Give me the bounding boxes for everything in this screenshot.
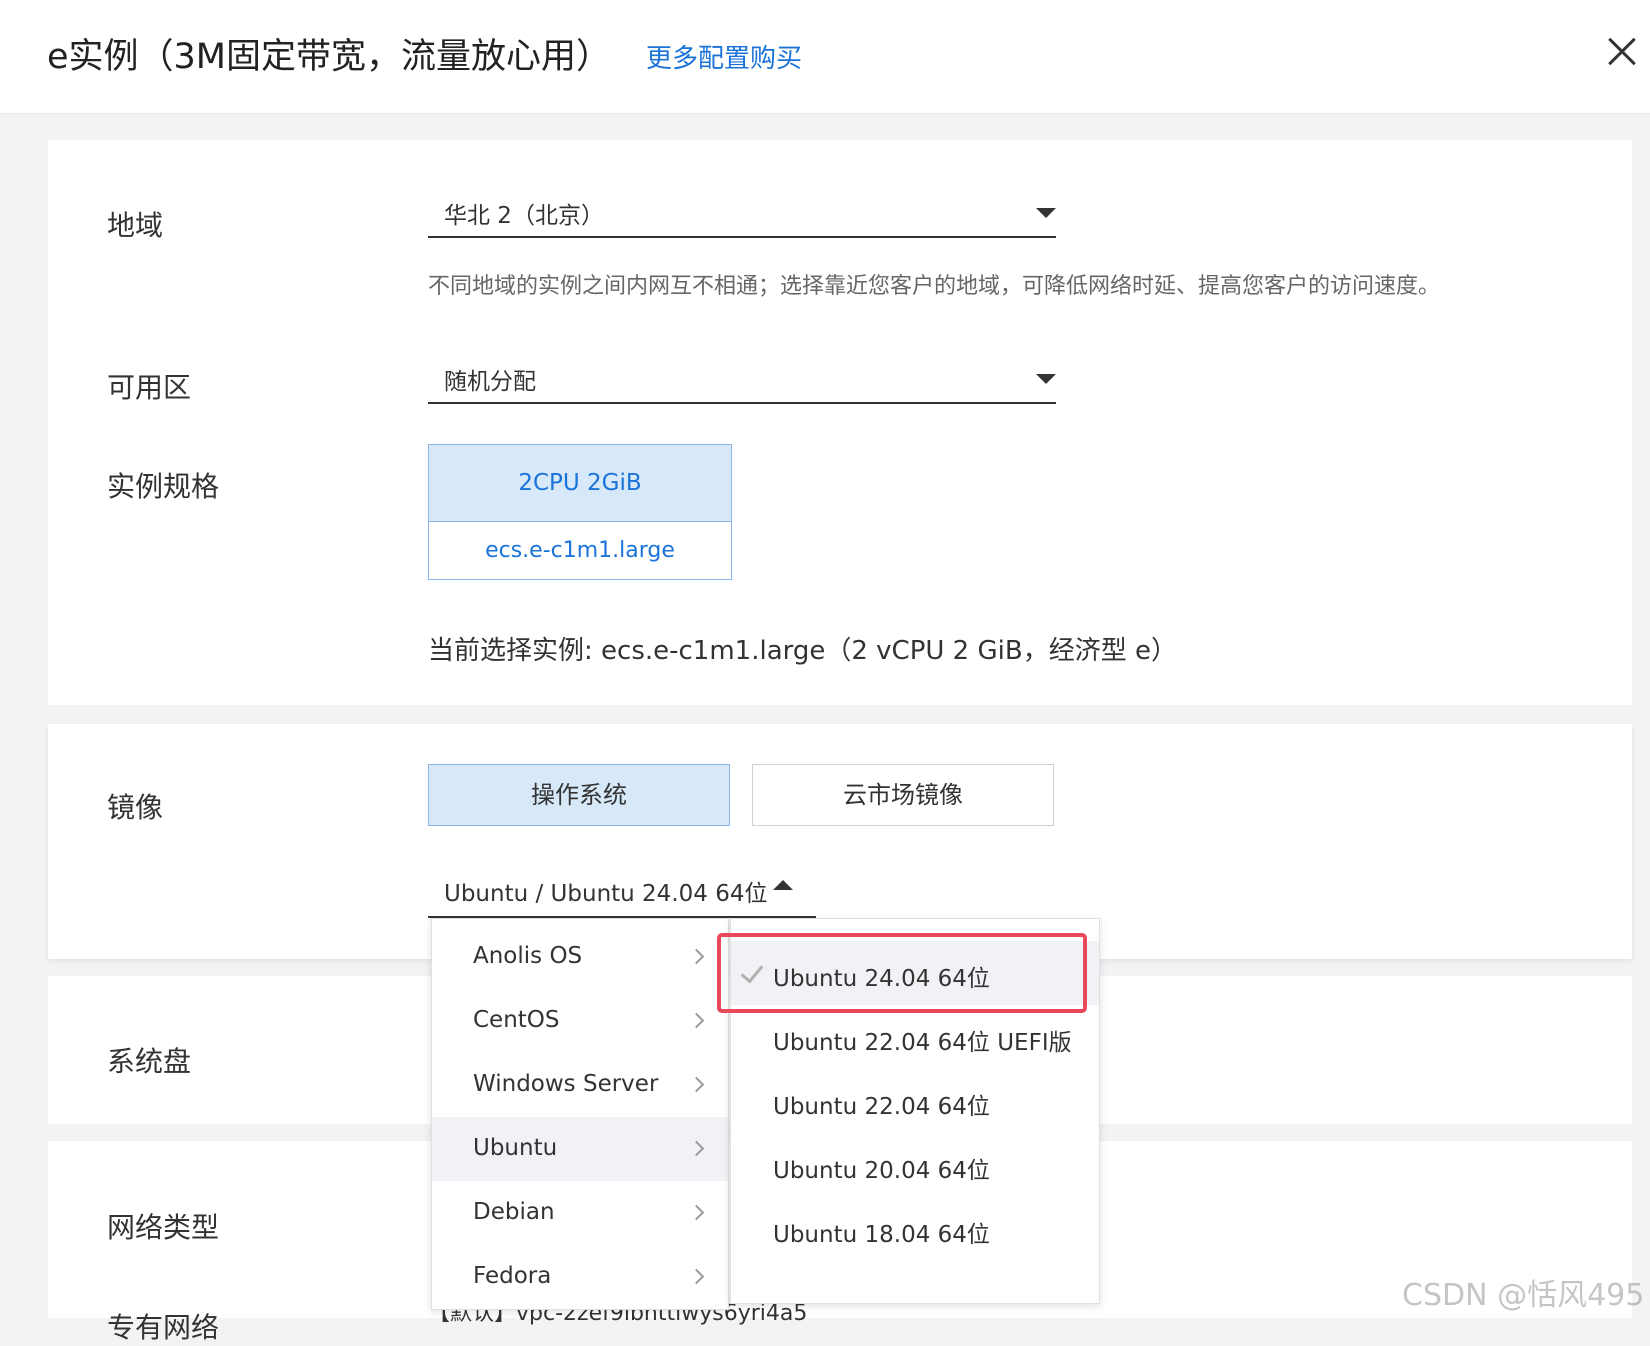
region-hint: 不同地域的实例之间内网互不相通；选择靠近您客户的地域，可降低网络时延、提高您客户… [428, 274, 1441, 299]
version-item-label: Ubuntu 22.04 64位 [773, 1094, 990, 1120]
current-instance-text: 当前选择实例: ecs.e-c1m1.large（2 vCPU 2 GiB，经济… [428, 636, 1177, 666]
os-select-value: Ubuntu / Ubuntu 24.04 64位 [444, 881, 768, 907]
version-item-label: Ubuntu 20.04 64位 [773, 1158, 990, 1184]
vpc-label: 专有网络 [107, 1311, 220, 1344]
region-value: 华北 2（北京） [444, 203, 604, 229]
spec-type: ecs.e-c1m1.large [485, 538, 675, 563]
chevron-right-icon [688, 1204, 705, 1221]
os-select[interactable]: Ubuntu / Ubuntu 24.04 64位 [428, 870, 816, 918]
tab-os[interactable]: 操作系统 [428, 764, 730, 826]
watermark: CSDN @恬风495 [1402, 1278, 1645, 1313]
os-item-anolis[interactable]: Anolis OS [432, 925, 728, 989]
chevron-right-icon [688, 948, 705, 965]
version-item-1804[interactable]: Ubuntu 18.04 64位 [731, 1197, 1099, 1261]
os-item-fedora[interactable]: Fedora [432, 1245, 728, 1309]
version-item-2404[interactable]: Ubuntu 24.04 64位 [731, 941, 1099, 1005]
check-icon [740, 959, 764, 984]
system-disk-label: 系统盘 [107, 1045, 192, 1078]
os-dropdown: Anolis OS CentOS Windows Server Ubuntu D… [431, 918, 729, 1310]
region-label: 地域 [107, 209, 164, 242]
os-item-label: Anolis OS [473, 943, 583, 969]
version-item-label: Ubuntu 24.04 64位 [773, 966, 990, 992]
version-dropdown: Ubuntu 24.04 64位 Ubuntu 22.04 64位 UEFI版 … [730, 918, 1100, 1304]
version-item-label: Ubuntu 22.04 64位 UEFI版 [773, 1030, 1072, 1056]
close-icon[interactable] [1606, 36, 1638, 68]
chevron-right-icon [688, 1268, 705, 1285]
image-label: 镜像 [107, 791, 164, 824]
os-item-centos[interactable]: CentOS [432, 989, 728, 1053]
os-item-label: CentOS [473, 1007, 560, 1033]
spec-label: 实例规格 [107, 470, 220, 503]
os-item-label: Ubuntu [473, 1135, 558, 1161]
caret-down-icon [1036, 208, 1056, 218]
dialog-header: e实例（3M固定带宽，流量放心用） 更多配置购买 [0, 0, 1650, 114]
caret-down-icon [1036, 374, 1056, 384]
chevron-right-icon [688, 1012, 705, 1029]
dialog-title: e实例（3M固定带宽，流量放心用） [47, 37, 612, 77]
tab-marketplace[interactable]: 云市场镜像 [752, 764, 1054, 826]
version-item-label: Ubuntu 18.04 64位 [773, 1222, 990, 1248]
os-item-ubuntu[interactable]: Ubuntu [432, 1117, 728, 1181]
os-item-label: Windows Server [473, 1071, 659, 1097]
more-config-link[interactable]: 更多配置购买 [646, 38, 802, 75]
zone-label: 可用区 [107, 371, 192, 404]
version-item-2204[interactable]: Ubuntu 22.04 64位 [731, 1069, 1099, 1133]
zone-select[interactable]: 随机分配 [428, 352, 1056, 404]
os-item-debian[interactable]: Debian [432, 1181, 728, 1245]
chevron-right-icon [688, 1076, 705, 1093]
version-item-2004[interactable]: Ubuntu 20.04 64位 [731, 1133, 1099, 1197]
network-type-label: 网络类型 [107, 1211, 220, 1244]
os-item-label: Debian [473, 1199, 555, 1225]
spec-cpu-mem: 2CPU 2GiB [429, 445, 731, 522]
zone-value: 随机分配 [444, 369, 536, 395]
os-item-label: Fedora [473, 1263, 552, 1289]
os-item-windows[interactable]: Windows Server [432, 1053, 728, 1117]
spec-option[interactable]: 2CPU 2GiB ecs.e-c1m1.large [428, 444, 732, 580]
chevron-right-icon [688, 1140, 705, 1157]
version-item-2204-uefi[interactable]: Ubuntu 22.04 64位 UEFI版 [731, 1005, 1099, 1069]
region-select[interactable]: 华北 2（北京） [428, 186, 1056, 238]
caret-up-icon[interactable] [773, 880, 793, 890]
